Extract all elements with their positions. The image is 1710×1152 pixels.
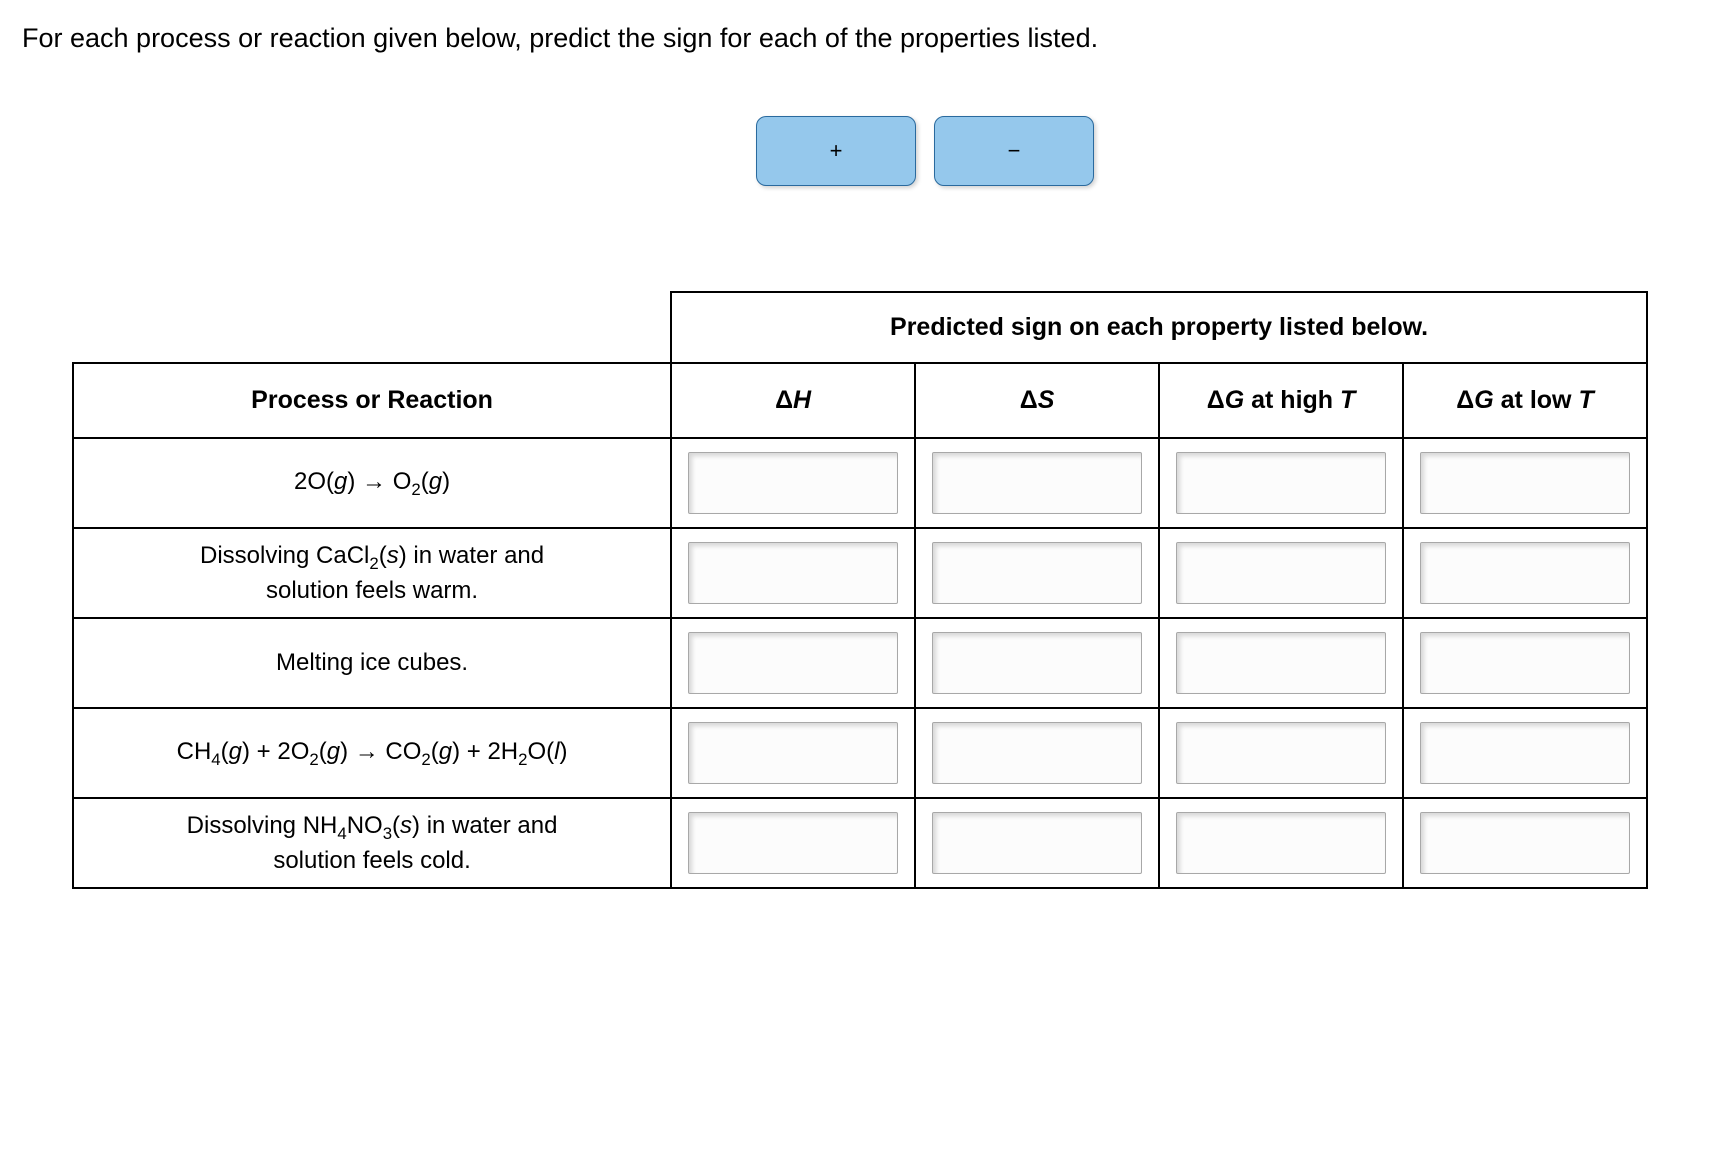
chip-minus[interactable]: − (934, 116, 1094, 186)
drop-row1-dg-low[interactable] (1420, 452, 1629, 514)
drop-row3-dg-low[interactable] (1420, 632, 1629, 694)
process-5: Dissolving NH4NO3(s) in water and soluti… (73, 798, 671, 888)
table-header-row: Process or Reaction ΔH ΔS ΔG at high T Δ… (73, 363, 1647, 438)
header-delta-g-low-t: ΔG at low T (1403, 363, 1647, 438)
drop-row5-ds[interactable] (932, 812, 1141, 874)
table-row: 2O(g) → O2(g) (73, 438, 1647, 528)
drop-row4-ds[interactable] (932, 722, 1141, 784)
draggable-chips-row: + − (22, 116, 1688, 186)
drop-row3-ds[interactable] (932, 632, 1141, 694)
drop-row3-dg-high[interactable] (1176, 632, 1385, 694)
table-row: Melting ice cubes. (73, 618, 1647, 708)
drop-row2-ds[interactable] (932, 542, 1141, 604)
drop-row5-dg-high[interactable] (1176, 812, 1385, 874)
process-2: Dissolving CaCl2(s) in water and solutio… (73, 528, 671, 618)
drop-row4-dg-low[interactable] (1420, 722, 1629, 784)
process-4: CH4(g) + 2O2(g) → CO2(g) + 2H2O(l) (73, 708, 671, 798)
drop-row5-dg-low[interactable] (1420, 812, 1629, 874)
drop-row2-dh[interactable] (688, 542, 897, 604)
process-1: 2O(g) → O2(g) (73, 438, 671, 528)
drop-row2-dg-high[interactable] (1176, 542, 1385, 604)
drop-row1-dh[interactable] (688, 452, 897, 514)
table-banner-row: Predicted sign on each property listed b… (73, 292, 1647, 363)
process-3: Melting ice cubes. (73, 618, 671, 708)
table-row: CH4(g) + 2O2(g) → CO2(g) + 2H2O(l) (73, 708, 1647, 798)
table-container: Predicted sign on each property listed b… (72, 291, 1648, 889)
header-process: Process or Reaction (73, 363, 671, 438)
drop-row4-dh[interactable] (688, 722, 897, 784)
table-row: Dissolving NH4NO3(s) in water and soluti… (73, 798, 1647, 888)
drop-row1-ds[interactable] (932, 452, 1141, 514)
drop-row3-dh[interactable] (688, 632, 897, 694)
drop-row4-dg-high[interactable] (1176, 722, 1385, 784)
table-row: Dissolving CaCl2(s) in water and solutio… (73, 528, 1647, 618)
header-delta-h: ΔH (671, 363, 915, 438)
drop-row2-dg-low[interactable] (1420, 542, 1629, 604)
prediction-table: Predicted sign on each property listed b… (72, 291, 1648, 889)
header-delta-s: ΔS (915, 363, 1159, 438)
header-delta-g-high-t: ΔG at high T (1159, 363, 1403, 438)
chip-plus[interactable]: + (756, 116, 916, 186)
drop-row5-dh[interactable] (688, 812, 897, 874)
drop-row1-dg-high[interactable] (1176, 452, 1385, 514)
table-banner: Predicted sign on each property listed b… (671, 292, 1647, 363)
question-prompt: For each process or reaction given below… (22, 20, 1688, 56)
